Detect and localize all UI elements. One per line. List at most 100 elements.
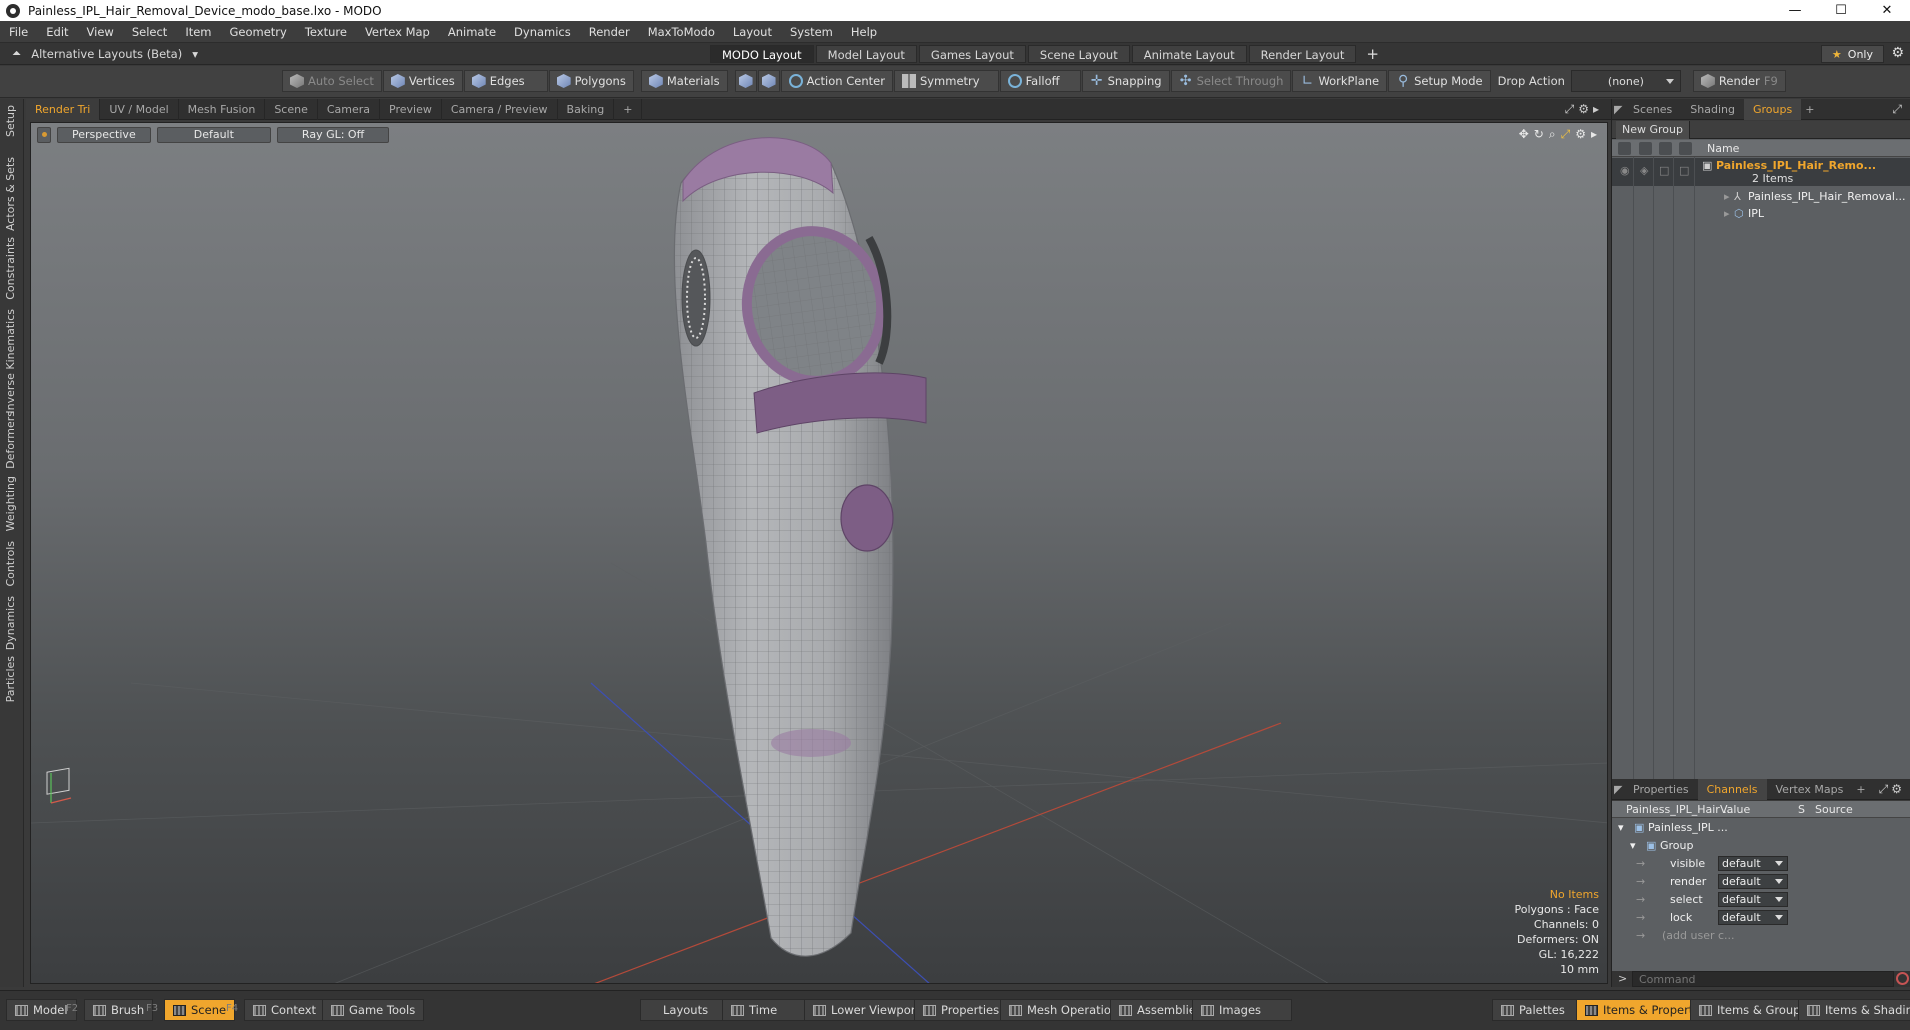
expand-arrow-icon[interactable]: ▸	[1724, 190, 1730, 203]
menu-maxtomodo[interactable]: MaxToModo	[639, 25, 724, 39]
tab-baking[interactable]: Baking	[558, 98, 615, 120]
add-panel-tab-icon[interactable]: +	[1852, 783, 1869, 796]
images-button[interactable]: Images	[1192, 999, 1293, 1021]
tab-vertex-maps[interactable]: Vertex Maps	[1767, 779, 1853, 800]
panel-menu-icon[interactable]: ◤	[1612, 779, 1624, 800]
tab-preview[interactable]: Preview	[380, 98, 442, 120]
visibility-column-icon[interactable]	[1618, 142, 1631, 155]
items-shading-button[interactable]: Items & Shading	[1798, 999, 1910, 1021]
raygl-toggle[interactable]: Ray GL: Off	[276, 127, 390, 143]
side-tab-weighting[interactable]: Weighting	[4, 476, 17, 531]
menu-help[interactable]: Help	[842, 25, 886, 39]
value-column-header[interactable]: Value	[1720, 803, 1750, 816]
render-button[interactable]: Render F9	[1692, 70, 1786, 92]
maximize-icon[interactable]: ☐	[1818, 0, 1864, 21]
snapping-button[interactable]: ✛ Snapping	[1081, 70, 1170, 92]
tab-channels[interactable]: Channels	[1697, 778, 1767, 800]
side-tab-dynamics[interactable]: Dynamics	[4, 596, 17, 650]
channel-value-select[interactable]: default	[1718, 856, 1788, 871]
time-button[interactable]: Time	[722, 999, 817, 1021]
vertices-button[interactable]: Vertices	[382, 70, 463, 92]
tab-scenes[interactable]: Scenes	[1624, 99, 1681, 120]
menu-texture[interactable]: Texture	[296, 25, 356, 39]
select-toggle-icon[interactable]: □	[1679, 164, 1689, 177]
menu-file[interactable]: File	[0, 25, 37, 39]
panel-expand-icon[interactable]: ⤢	[1892, 102, 1905, 117]
tab-scene[interactable]: Scene	[265, 98, 318, 120]
table-row[interactable]: → lock default	[1612, 909, 1910, 926]
side-tab-constraints[interactable]: Constraints	[4, 237, 17, 300]
side-tab-controls[interactable]: Controls	[4, 541, 17, 587]
name-column-header[interactable]: Name	[1707, 142, 1739, 155]
palettes-button[interactable]: Palettes	[1492, 999, 1580, 1021]
channel-root-row[interactable]: ▾ ▣ Painless_IPL ...	[1612, 819, 1910, 836]
select-mode-2-button[interactable]	[757, 70, 780, 92]
materials-button[interactable]: Materials	[640, 70, 728, 92]
lock-column-icon[interactable]	[1659, 142, 1672, 155]
3d-viewport[interactable]: Perspective Default Ray GL: Off ✥ ↻ ⌕ ⤢ …	[30, 122, 1608, 984]
table-row[interactable]: → visible default	[1612, 855, 1910, 872]
tab-render-tri[interactable]: Render Tri	[26, 98, 101, 120]
layouts-button[interactable]: Layouts	[640, 999, 732, 1021]
group-row[interactable]: ◉ ◈ □ □ ▣ Painless_IPL_Hair_Remo... 2 It…	[1612, 158, 1910, 186]
menu-dynamics[interactable]: Dynamics	[505, 25, 580, 39]
channel-value-select[interactable]: default	[1718, 910, 1788, 925]
add-panel-tab-icon[interactable]: +	[1801, 103, 1818, 116]
menu-vertex-map[interactable]: Vertex Map	[356, 25, 439, 39]
expand-icon[interactable]: ▸	[1591, 127, 1597, 142]
zoom-icon[interactable]: ⌕	[1549, 127, 1556, 142]
tab-groups[interactable]: Groups	[1743, 98, 1802, 120]
menu-animate[interactable]: Animate	[439, 25, 505, 39]
stop-icon[interactable]	[1896, 972, 1909, 985]
tab-render-layout[interactable]: Render Layout	[1248, 45, 1357, 63]
s-column-header[interactable]: S	[1798, 803, 1805, 816]
list-item[interactable]: ▸ ⬡ IPL	[1612, 205, 1910, 222]
properties-button[interactable]: Properties	[914, 999, 1009, 1021]
pan-icon[interactable]: ✥	[1519, 127, 1529, 142]
only-toggle[interactable]: ★ Only	[1820, 45, 1884, 63]
side-tab-actors-sets[interactable]: Actors & Sets	[4, 157, 17, 231]
select-column-icon[interactable]	[1679, 142, 1692, 155]
drop-action-select[interactable]: (none)	[1570, 70, 1681, 92]
tab-uv-model[interactable]: UV / Model	[100, 98, 179, 120]
rotate-icon[interactable]: ↻	[1534, 127, 1544, 142]
tab-scene-layout[interactable]: Scene Layout	[1027, 45, 1130, 63]
menu-layout[interactable]: Layout	[724, 25, 781, 39]
tab-properties[interactable]: Properties	[1624, 779, 1698, 800]
tab-camera-preview[interactable]: Camera / Preview	[442, 98, 558, 120]
collapse-arrow-icon[interactable]: ▾	[1618, 821, 1624, 834]
panel-menu-icon[interactable]: ◤	[1612, 99, 1624, 120]
side-tab-inverse-kinematics[interactable]: Inverse Kinematics	[4, 309, 17, 414]
game-tools-button[interactable]: Game Tools	[322, 999, 425, 1021]
workplane-button[interactable]: ∟ WorkPlane	[1292, 70, 1388, 92]
menu-select[interactable]: Select	[123, 25, 176, 39]
channel-item-column[interactable]: Painless_IPL_Hair ...	[1626, 803, 1734, 816]
render-column-icon[interactable]	[1639, 142, 1652, 155]
source-column-header[interactable]: Source	[1815, 803, 1853, 816]
list-item[interactable]: ▸ ⅄ Painless_IPL_Hair_Removal...	[1612, 188, 1910, 205]
scene-mode-button[interactable]: Scene	[164, 999, 236, 1021]
panel-expand-icon[interactable]: ⤢⚙	[1879, 782, 1905, 797]
tab-model-layout[interactable]: Model Layout	[815, 45, 917, 63]
select-through-button[interactable]: ✣ Select Through	[1170, 70, 1292, 92]
render-toggle-icon[interactable]: ◈	[1640, 164, 1648, 177]
gear-icon[interactable]: ⚙	[1891, 45, 1904, 61]
menu-view[interactable]: View	[78, 25, 123, 39]
channel-value-select[interactable]: default	[1718, 892, 1788, 907]
viewport-gear-icon[interactable]: ⚙	[1575, 127, 1586, 142]
table-row[interactable]: → render default	[1612, 873, 1910, 890]
channel-group-row[interactable]: ▾ ▣ Group	[1612, 837, 1910, 854]
side-tab-particles[interactable]: Particles	[4, 656, 17, 702]
side-tab-deformers[interactable]: Deformers	[4, 411, 17, 469]
close-icon[interactable]: ✕	[1864, 0, 1910, 21]
fit-icon[interactable]: ⤢	[1561, 127, 1571, 142]
shading-dropdown[interactable]: Default	[156, 127, 271, 143]
add-layout-icon[interactable]: +	[1358, 45, 1387, 63]
tab-games-layout[interactable]: Games Layout	[918, 45, 1026, 63]
collapse-arrow-icon[interactable]: ▾	[1630, 839, 1636, 852]
menu-render[interactable]: Render	[580, 25, 639, 39]
action-center-button[interactable]: Action Center	[780, 70, 893, 92]
tab-animate-layout[interactable]: Animate Layout	[1131, 45, 1247, 63]
lock-toggle-icon[interactable]: □	[1659, 164, 1669, 177]
select-mode-1-button[interactable]	[734, 70, 757, 92]
